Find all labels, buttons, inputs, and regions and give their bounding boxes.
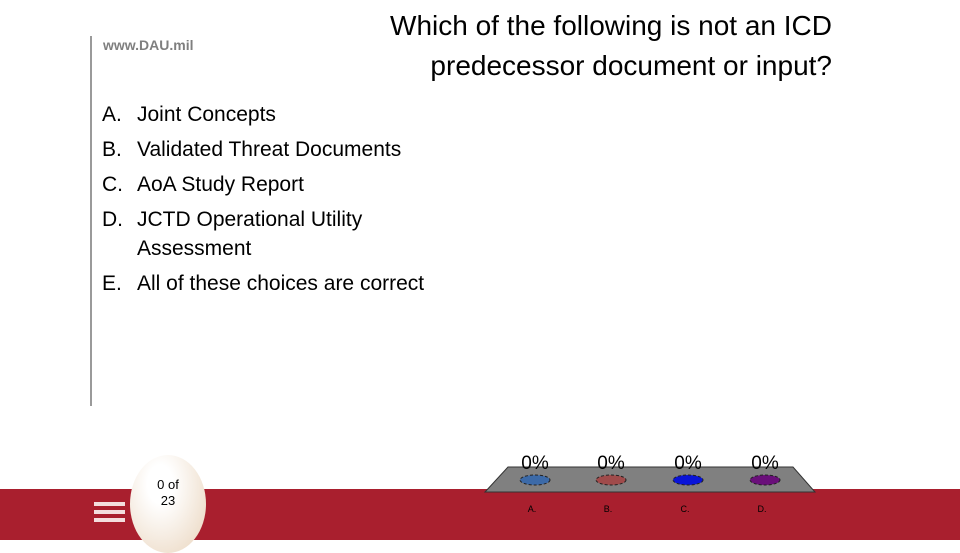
category-label: A. [528,504,537,514]
bar-base-3 [749,474,781,486]
value-label: 0% [597,453,625,474]
category-label: D. [758,504,767,514]
value-label: 0% [751,453,779,474]
response-chart: 0% A. 0% B. 0% C. 0% D. [483,453,817,514]
bar-base-1 [595,474,627,486]
value-label: 0% [521,453,549,474]
category-label: C. [681,504,690,514]
bar-base-2 [672,474,704,486]
value-label: 0% [674,453,702,474]
category-label: B. [604,504,613,514]
bar-base-0 [519,474,551,486]
